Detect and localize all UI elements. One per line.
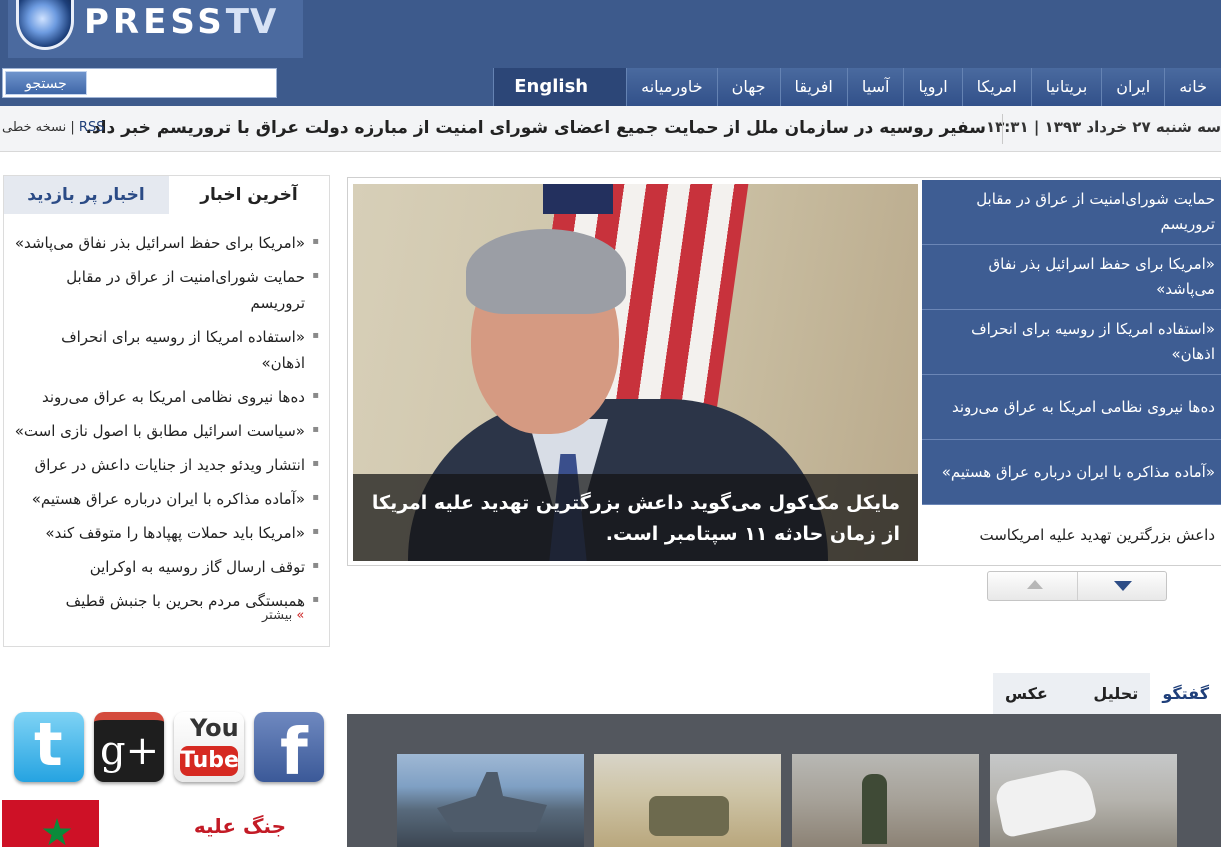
latest-news-list: «امریکا برای حفظ اسرائیل بذر نفاق می‌پاش… [4,226,329,618]
google-plus-icon[interactable] [94,712,164,782]
ticker-date: سه شنبه ۲۷ خرداد ۱۳۹۳ | ۱۳:۳۱ [985,118,1221,136]
latest-news-panel: اخبار پر بازدید آخرین اخبار «امریکا برای… [3,175,330,647]
tab-most-viewed[interactable]: اخبار پر بازدید [4,176,168,214]
tab-interview[interactable]: گفتگو [1150,673,1221,715]
search-button[interactable]: جستجو [5,71,87,95]
triangle-up-icon [1027,580,1043,589]
headline-list: حمایت شورای‌امنیت از عراق در مقابل تروری… [922,180,1221,565]
facebook-icon[interactable] [254,712,324,790]
flag-canton-graphic [543,184,613,214]
ticker-links: نسخه خطی | RSS [2,120,104,135]
nav-world[interactable]: جهان [716,68,780,106]
twitter-icon[interactable] [14,710,84,782]
nav-english[interactable]: English [493,68,627,106]
nav-america[interactable]: امریکا [961,68,1031,106]
nav-middle-east[interactable]: خاورمیانه [626,68,717,106]
presstv-logo[interactable]: PRESSTV [8,0,303,58]
gallery-thumb-overturned-car[interactable] [990,754,1177,847]
nav-bar: جستجو خانه ایران بریتانیا امریکا اروپا آ… [0,66,1221,106]
triangle-down-icon [1114,581,1132,591]
list-item[interactable]: توقف ارسال گاز روسیه به اوکراین [4,550,329,584]
gallery-thumb-crowd[interactable] [792,754,979,847]
feature-caption-text: مایکل مک‌کول می‌گوید داعش بزرگترین تهدید… [371,492,900,545]
scroll-up-button[interactable] [988,572,1078,600]
nav-britain[interactable]: بریتانیا [1030,68,1102,106]
more-arrow-icon: » [296,608,305,623]
ticker-divider [1002,114,1003,144]
more-link[interactable]: » بیشتر [262,608,304,623]
logo-press: PRESS [84,2,226,42]
news-ticker: سه شنبه ۲۷ خرداد ۱۳۹۳ | ۱۳:۳۱ سفیر روسیه… [0,106,1221,152]
banner-text: جنگ علیه [193,814,286,838]
globe-icon [16,0,74,50]
nav-europe[interactable]: اروپا [903,68,962,106]
star-icon [42,818,72,846]
list-item[interactable]: ده‌ها نیروی نظامی امریکا به عراق می‌روند [4,380,329,414]
list-item[interactable]: حمایت شورای‌امنیت از عراق در مقابل تروری… [4,260,329,320]
headline-item[interactable]: «آماده مذاکره با ایران درباره عراق هستیم… [922,440,1221,505]
main-nav: خانه ایران بریتانیا امریکا اروپا آسیا اف… [428,68,1221,106]
logo-text: PRESSTV [84,2,277,42]
headline-scroller [987,571,1167,601]
tab-photo-of-day[interactable]: عکس روز [993,673,1081,745]
headline-item[interactable]: «استفاده امریکا از روسیه برای انحراف اذه… [922,310,1221,375]
gallery-thumb-soldiers[interactable] [594,754,781,847]
list-item[interactable]: «سیاست اسرائیل مطابق با اصول نازی است» [4,414,329,448]
search-input[interactable]: جستجو [2,68,277,98]
list-item[interactable]: «آماده مذاکره با ایران درباره عراق هستیم… [4,482,329,516]
photo-gallery [347,714,1221,847]
syria-war-banner[interactable]: جنگ علیه [2,800,326,847]
scroll-down-button[interactable] [1078,572,1166,600]
bottom-tabs: گفتگو تحلیل عکس روز [993,673,1221,745]
social-links [14,710,324,790]
headline-item-selected[interactable]: داعش بزرگترین تهدید علیه امریکاست [922,505,1221,565]
tab-analysis[interactable]: تحلیل [1081,673,1150,715]
feature-caption[interactable]: مایکل مک‌کول می‌گوید داعش بزرگترین تهدید… [353,474,918,561]
tab-latest-news[interactable]: آخرین اخبار [169,176,329,214]
ticker-headline[interactable]: سفیر روسیه در سازمان ملل از حمایت جمیع ا… [85,118,986,138]
headline-item[interactable]: ده‌ها نیروی نظامی امریکا به عراق می‌روند [922,375,1221,440]
list-item[interactable]: «استفاده امریکا از روسیه برای انحراف اذه… [4,320,329,380]
headline-item[interactable]: حمایت شورای‌امنیت از عراق در مقابل تروری… [922,180,1221,245]
youtube-icon[interactable] [174,712,244,782]
nav-africa[interactable]: افریقا [779,68,847,106]
nav-home[interactable]: خانه [1164,68,1221,106]
rss-link[interactable]: RSS [79,120,105,135]
text-version-link[interactable]: نسخه خطی [2,120,66,135]
gallery-thumb-warship[interactable] [397,754,584,847]
list-item[interactable]: «امریکا باید حملات پهپادها را متوقف کند» [4,516,329,550]
nav-asia[interactable]: آسیا [846,68,904,106]
link-separator: | [70,120,75,135]
person-hair-graphic [466,229,626,314]
more-label: بیشتر [262,608,293,623]
latest-tabs: اخبار پر بازدید آخرین اخبار [4,176,329,214]
logo-tv: TV [225,2,278,42]
site-header: PRESSTV [0,0,1221,66]
list-item[interactable]: «امریکا برای حفظ اسرائیل بذر نفاق می‌پاش… [4,226,329,260]
list-item[interactable]: انتشار ویدئو جدید از جنایات داعش در عراق [4,448,329,482]
headline-item[interactable]: «امریکا برای حفظ اسرائیل بذر نفاق می‌پاش… [922,245,1221,310]
nav-iran[interactable]: ایران [1101,68,1165,106]
